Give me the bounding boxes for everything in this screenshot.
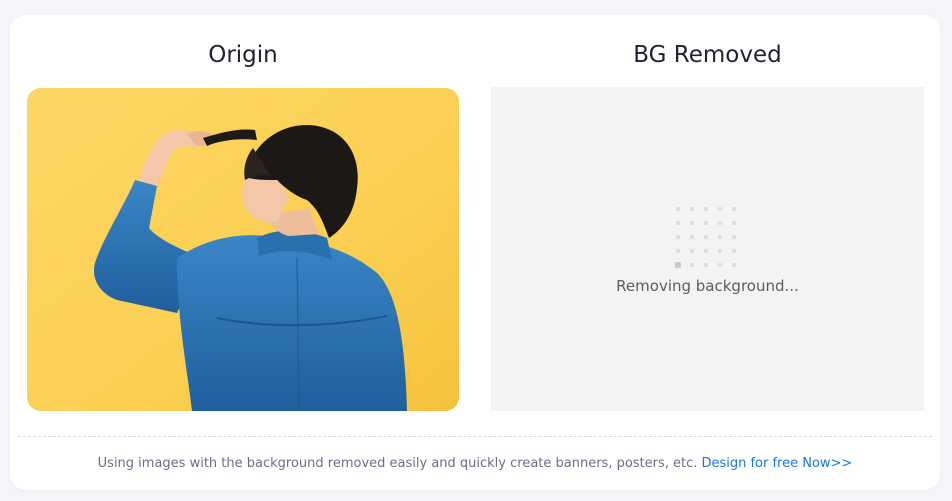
removing-status-text: Removing background...	[616, 277, 799, 295]
loader-dot	[676, 249, 680, 253]
design-for-free-link[interactable]: Design for free Now>>	[701, 456, 852, 471]
loader-dot	[690, 221, 694, 225]
loading-dots-icon	[675, 207, 740, 271]
loader-dot	[718, 221, 722, 225]
loader-dot	[704, 249, 708, 253]
loader-dot	[732, 235, 736, 239]
loader-dot	[690, 235, 694, 239]
loader-dot	[704, 235, 708, 239]
bg-removed-preview: Removing background...	[491, 87, 924, 411]
loader-dot	[718, 207, 722, 211]
loader-dot	[732, 207, 736, 211]
bg-removal-card: Origin BG Removed Removing background...…	[10, 15, 940, 490]
loader-dot	[704, 221, 708, 225]
origin-photo-illustration	[27, 88, 459, 411]
footer-divider	[18, 436, 932, 437]
loader-dot	[732, 221, 736, 225]
loader-dot	[690, 249, 694, 253]
bg-removed-title: BG Removed	[633, 42, 782, 68]
origin-image	[27, 88, 459, 411]
footer-text: Using images with the background removed…	[97, 456, 698, 471]
loader-dot	[690, 263, 694, 267]
loader-dot	[732, 249, 736, 253]
origin-title: Origin	[208, 42, 278, 68]
loader-dot	[704, 263, 708, 267]
loader-dot	[718, 249, 722, 253]
loader-dot	[732, 263, 736, 267]
loader-dot	[704, 207, 708, 211]
loader-dot	[676, 207, 680, 211]
loader-dot	[676, 221, 680, 225]
loader-dot	[675, 262, 681, 268]
loader-dot	[690, 207, 694, 211]
loader-dot	[718, 263, 722, 267]
footer-promo: Using images with the background removed…	[10, 456, 940, 471]
loader-dot	[676, 235, 680, 239]
loader-dot	[718, 235, 722, 239]
